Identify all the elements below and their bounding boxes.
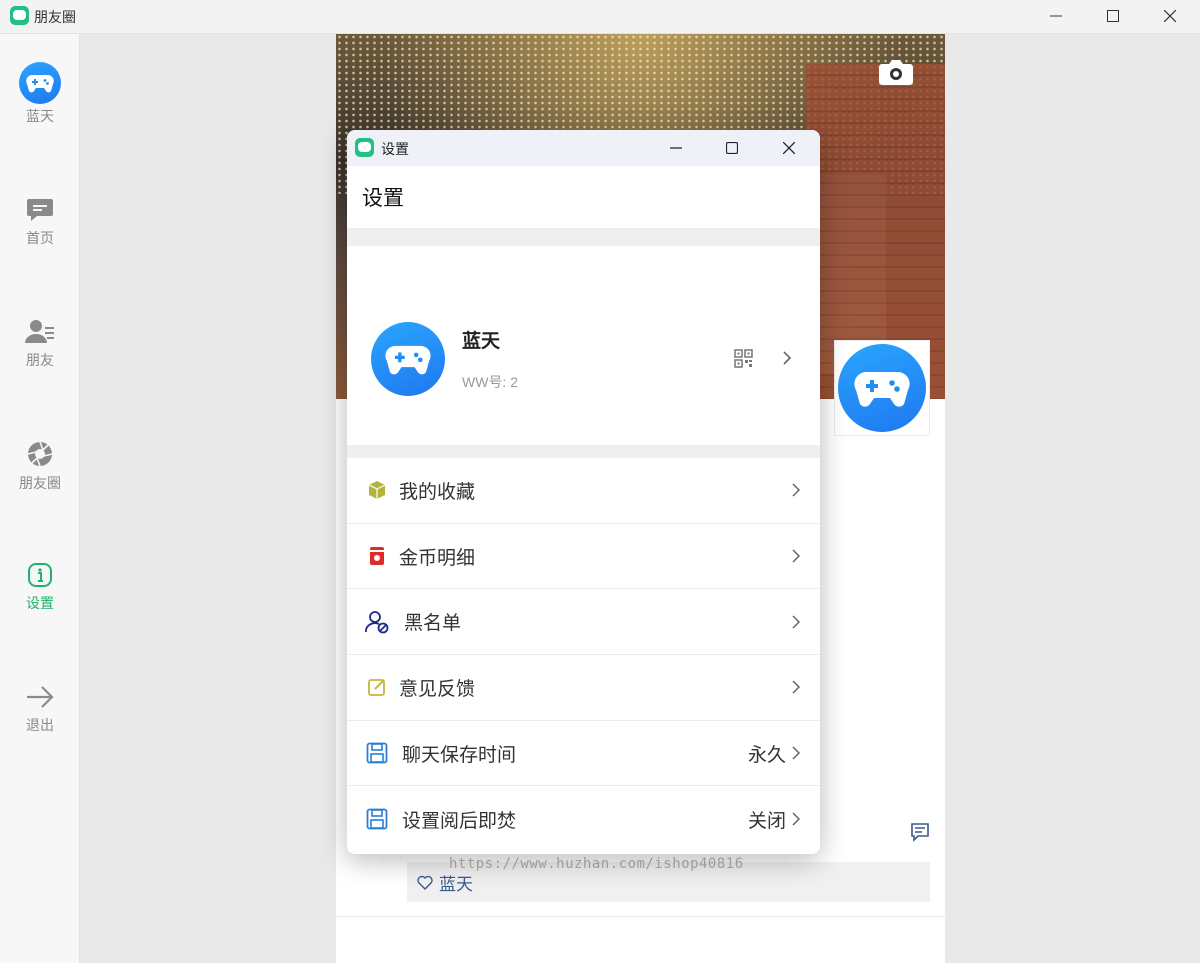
qr-code-icon[interactable] xyxy=(734,349,753,368)
close-icon xyxy=(783,142,795,154)
camera-icon xyxy=(879,60,913,85)
window-titlebar: 朋友圈 xyxy=(0,0,1200,34)
chevron-right-icon xyxy=(792,746,801,760)
settings-list: 我的收藏 金币明细 黑名单 意见反馈 聊天保存时间 永久 设置阅后即焚 关闭 xyxy=(347,458,820,852)
dialog-titlebar: 设置 xyxy=(347,130,820,166)
gamepad-icon xyxy=(26,75,54,93)
minimize-icon xyxy=(670,147,682,149)
sidebar-item-moments[interactable]: 朋友圈 xyxy=(0,440,80,493)
maximize-icon xyxy=(726,142,738,154)
arrow-right-icon xyxy=(27,686,54,708)
row-label: 黑名单 xyxy=(404,613,462,635)
dialog-header: 设置 xyxy=(347,166,820,228)
window-title: 朋友圈 xyxy=(34,9,76,25)
info-icon xyxy=(28,563,52,587)
page-title: 设置 xyxy=(362,187,404,210)
chevron-right-icon xyxy=(792,812,801,826)
row-value: 关闭 xyxy=(747,810,786,832)
row-label: 我的收藏 xyxy=(399,481,476,503)
dialog-close-button[interactable] xyxy=(761,132,817,164)
chevron-right-icon xyxy=(792,615,801,629)
maximize-button[interactable] xyxy=(1085,0,1141,32)
avatar xyxy=(19,62,61,104)
row-value: 永久 xyxy=(747,744,786,766)
sidebar-item-home[interactable]: 首页 xyxy=(0,197,80,248)
edit-icon xyxy=(365,675,389,699)
profile-name: 蓝天 xyxy=(462,331,501,352)
sidebar-item-label: 设置 xyxy=(26,595,54,611)
watermark-text: https://www.huzhan.com/ishop40816 xyxy=(449,856,744,872)
sidebar-item-label: 朋友 xyxy=(26,352,54,368)
settings-dialog: 设置 设置 蓝天 WW号: 2 我的收藏 金币明细 黑名单 意见反馈 聊天保存时… xyxy=(347,130,820,854)
moments-avatar[interactable] xyxy=(834,340,930,436)
sidebar: 蓝天 首页 朋友 朋友圈 设置 退出 xyxy=(0,34,80,963)
sidebar-item-label: 朋友圈 xyxy=(19,475,61,491)
comment-icon xyxy=(911,823,929,842)
cube-icon xyxy=(365,478,389,502)
row-label: 金币明细 xyxy=(399,547,476,569)
row-feedback[interactable]: 意见反馈 xyxy=(347,655,820,721)
dialog-minimize-button[interactable] xyxy=(648,132,704,164)
section-gap xyxy=(347,228,820,246)
sidebar-item-friends[interactable]: 朋友 xyxy=(0,319,80,370)
row-favorites[interactable]: 我的收藏 xyxy=(347,458,820,524)
heart-icon xyxy=(417,875,433,890)
close-button[interactable] xyxy=(1142,0,1198,32)
coin-box-icon xyxy=(365,544,389,568)
comment-button[interactable] xyxy=(910,822,932,844)
save-icon xyxy=(365,741,389,765)
chevron-right-icon xyxy=(792,549,801,563)
friends-icon xyxy=(25,320,54,343)
chevron-right-icon xyxy=(792,680,801,694)
post-divider xyxy=(336,916,945,917)
app-logo-icon xyxy=(10,6,29,25)
minimize-button[interactable] xyxy=(1028,0,1084,32)
close-icon xyxy=(1164,10,1176,22)
row-label: 设置阅后即焚 xyxy=(402,810,517,832)
row-burn-after-read[interactable]: 设置阅后即焚 关闭 xyxy=(347,786,820,852)
save-icon xyxy=(365,807,389,831)
chevron-right-icon xyxy=(792,483,801,497)
sidebar-item-settings[interactable]: 设置 xyxy=(0,562,80,613)
dialog-maximize-button[interactable] xyxy=(704,132,760,164)
gamepad-icon xyxy=(385,345,431,375)
gamepad-icon xyxy=(854,372,910,407)
row-label: 聊天保存时间 xyxy=(402,744,517,766)
row-coins[interactable]: 金币明细 xyxy=(347,524,820,590)
minimize-icon xyxy=(1050,15,1062,17)
like-user-name[interactable]: 蓝天 xyxy=(439,870,473,895)
sidebar-item-profile[interactable]: 蓝天 xyxy=(0,62,80,126)
profile-card[interactable]: 蓝天 WW号: 2 xyxy=(347,246,820,446)
maximize-icon xyxy=(1107,10,1119,22)
sidebar-item-logout[interactable]: 退出 xyxy=(0,684,80,735)
row-chat-retention[interactable]: 聊天保存时间 永久 xyxy=(347,721,820,787)
chevron-right-icon xyxy=(783,351,792,365)
profile-id: WW号: 2 xyxy=(462,374,518,390)
sidebar-item-label: 首页 xyxy=(26,230,54,246)
section-gap xyxy=(347,446,820,458)
blocked-user-icon xyxy=(365,610,389,634)
dialog-title: 设置 xyxy=(381,141,409,157)
sidebar-item-label: 蓝天 xyxy=(26,108,54,124)
row-label: 意见反馈 xyxy=(399,678,476,700)
app-logo-icon xyxy=(355,138,374,157)
avatar xyxy=(371,322,445,396)
camera-button[interactable] xyxy=(878,58,914,86)
sidebar-item-label: 退出 xyxy=(26,717,54,733)
aperture-icon xyxy=(27,441,53,467)
row-blacklist[interactable]: 黑名单 xyxy=(347,589,820,656)
chat-icon xyxy=(27,199,53,221)
